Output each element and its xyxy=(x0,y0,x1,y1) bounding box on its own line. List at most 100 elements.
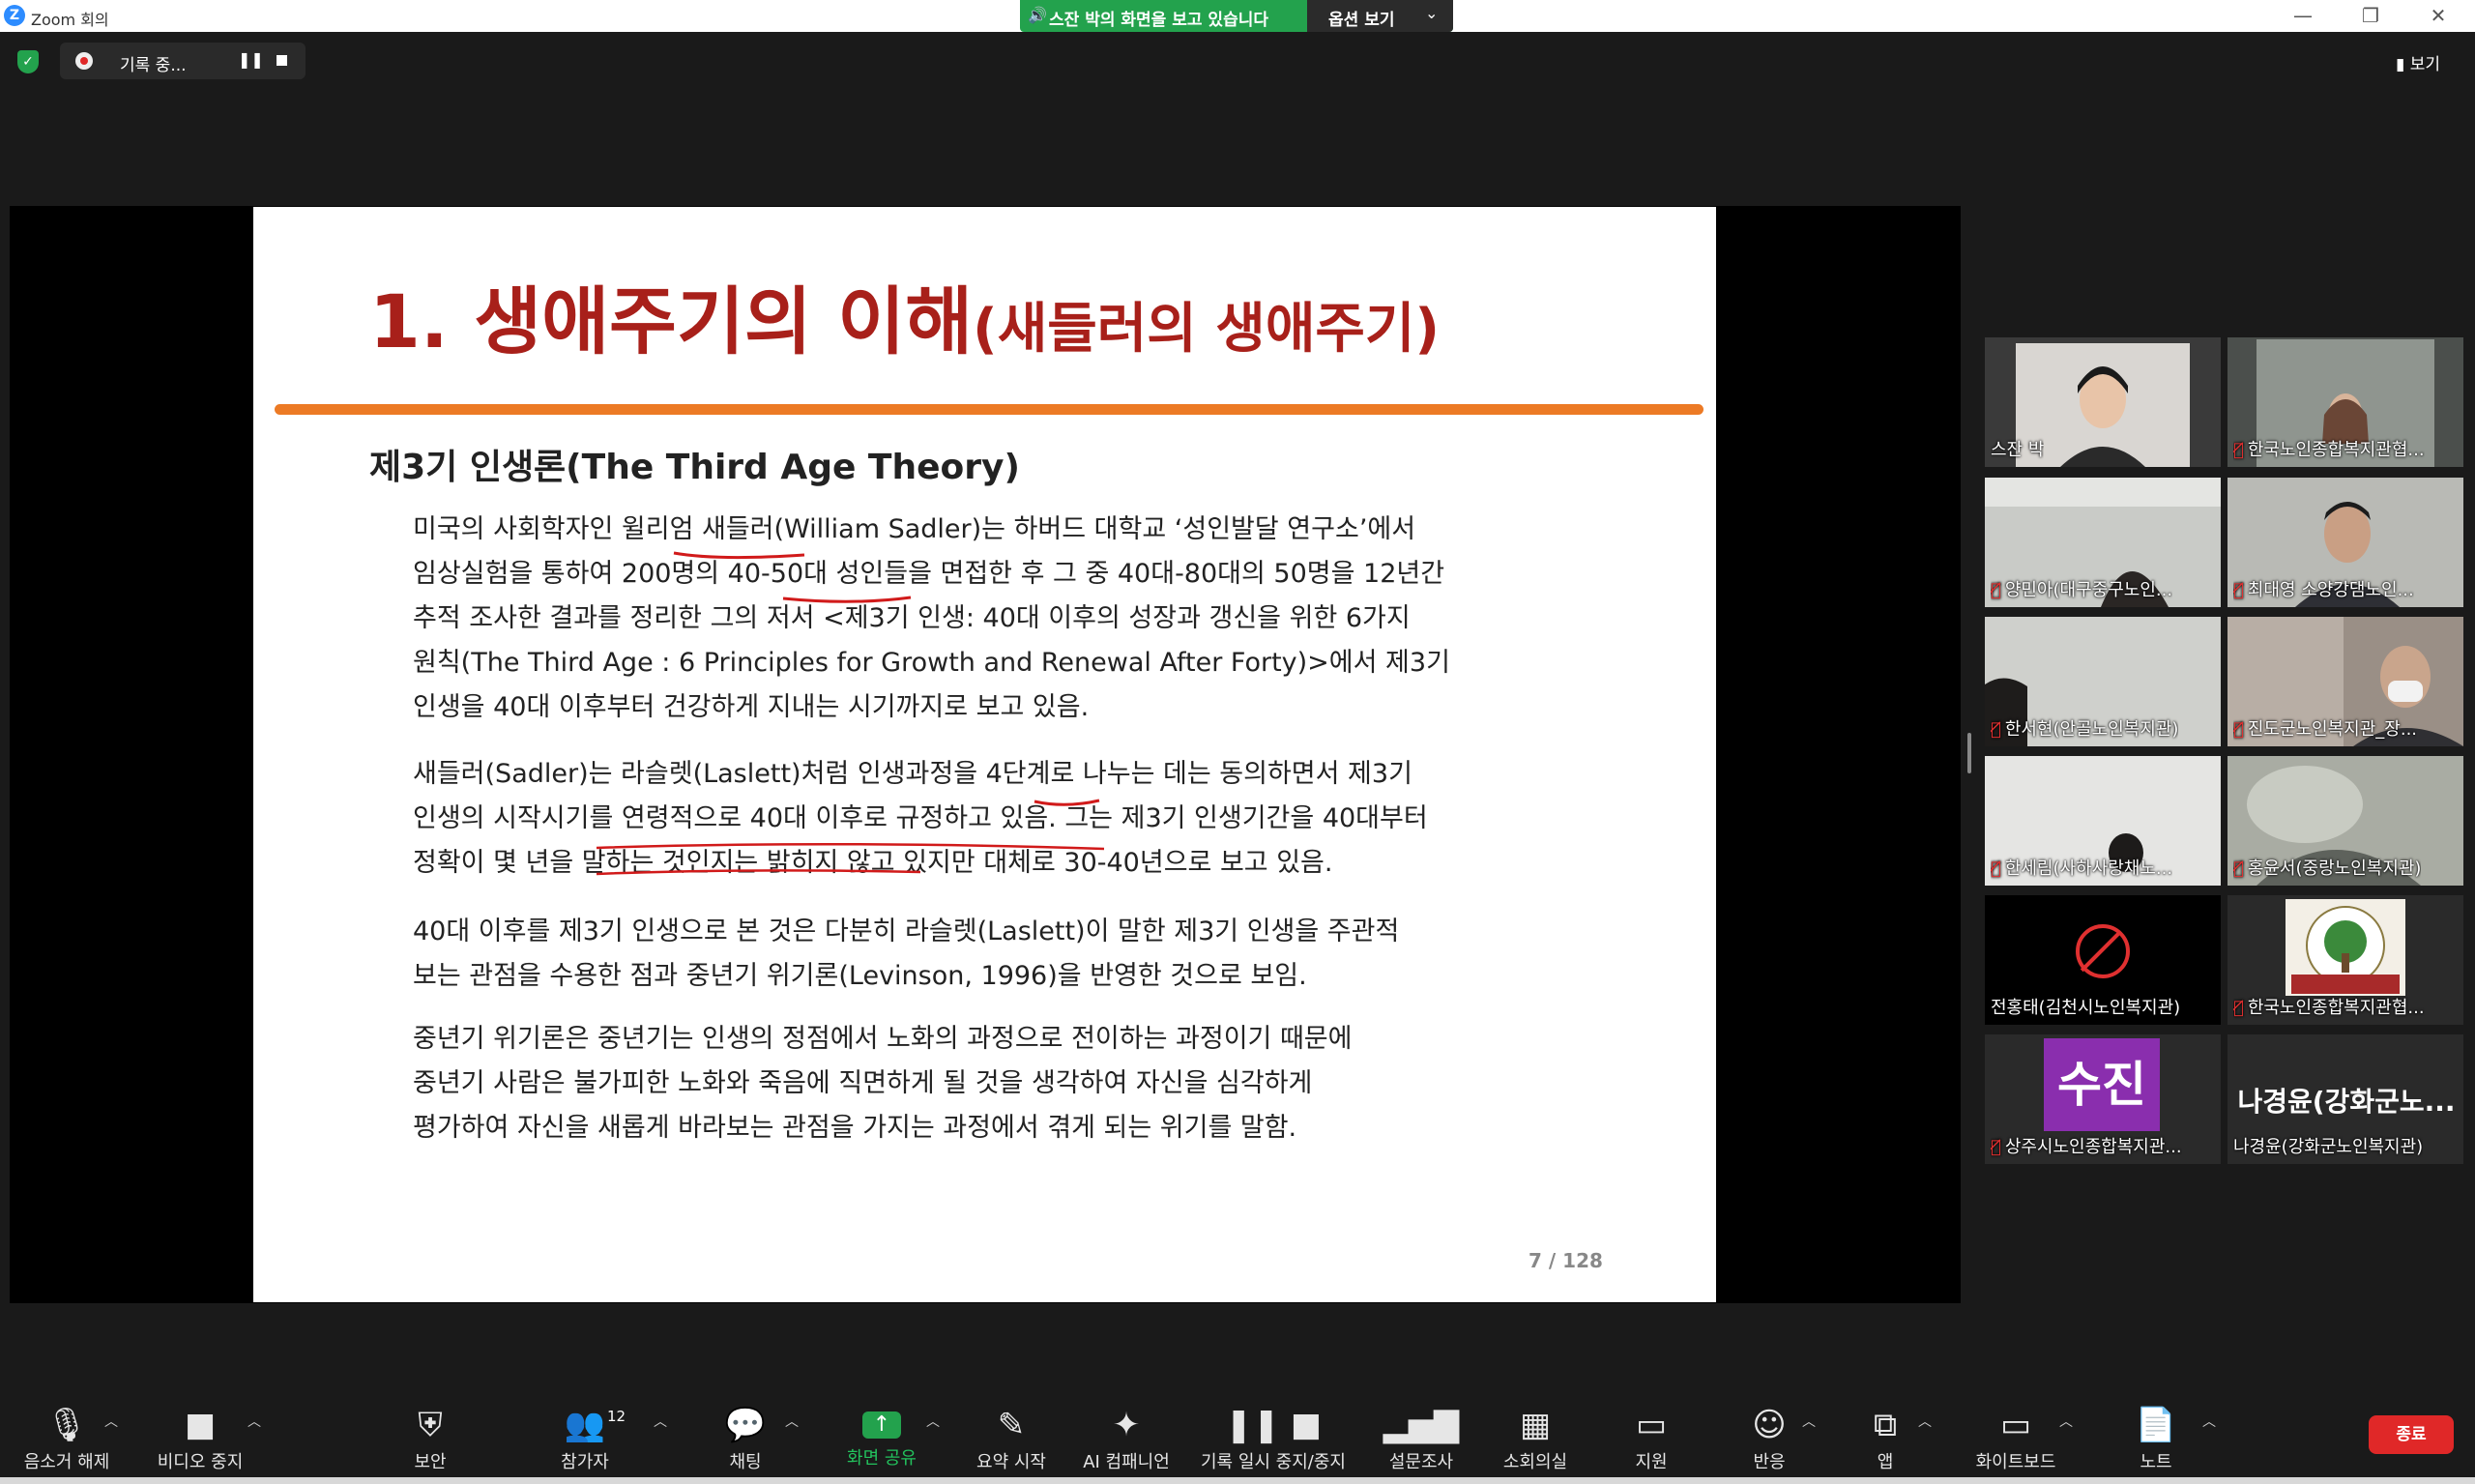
record-pause-stop-button[interactable]: ❚❚ ■ 기록 일시 중지/중지 xyxy=(1191,1406,1355,1473)
support-button[interactable]: ▭ 지원 xyxy=(1613,1406,1690,1473)
summary-icon: ✎ xyxy=(997,1406,1026,1444)
start-summary-label: 요약 시작 xyxy=(976,1452,1046,1472)
chat-options-caret[interactable]: ︿ xyxy=(785,1411,799,1431)
participant-name-text: 최대영 소양강댐노인... xyxy=(2247,580,2414,600)
video-options-caret[interactable]: ︿ xyxy=(248,1411,261,1431)
taskbar-strip xyxy=(0,1477,2475,1484)
participant-tile[interactable]: 전홍태(김천시노인복지관) xyxy=(1985,895,2221,1025)
grid-view-icon: ▮ xyxy=(2396,55,2405,74)
close-button[interactable]: ✕ xyxy=(2419,4,2458,27)
paragraph-line: 새들러(Sadler)는 라슬렛(Laslett)처럼 인생과정을 4단계로 나… xyxy=(413,759,1412,789)
apps-icon: ⧉ xyxy=(1873,1406,1898,1444)
security-shield-icon[interactable]: ✓ xyxy=(17,50,39,73)
participant-tile[interactable]: 나경윤(강화군노... 나경윤(강화군노인복지관) xyxy=(2228,1034,2463,1164)
share-screen-icon: ↑ xyxy=(862,1411,901,1439)
chat-button[interactable]: 💬 채팅 xyxy=(702,1406,789,1473)
apps-button[interactable]: ⧉ 앱 xyxy=(1847,1406,1924,1473)
microphone-muted-icon: 🎙̸ xyxy=(2233,580,2244,600)
presentation-slide: 1. 생애주기의 이해(새들러의 생애주기) 제3기 인생론(The Third… xyxy=(253,207,1716,1302)
chevron-down-icon: ⌄ xyxy=(1425,4,1439,22)
participant-name-text: 한서현(안골노인복지관) xyxy=(2004,719,2179,740)
reactions-options-caret[interactable]: ︿ xyxy=(1802,1411,1816,1431)
whiteboard-button[interactable]: ▭ 화이트보드 xyxy=(1963,1406,2069,1473)
end-meeting-button[interactable]: 종료 xyxy=(2369,1415,2454,1454)
participants-options-caret[interactable]: ︿ xyxy=(654,1411,667,1431)
slide-title-underline xyxy=(275,404,1703,415)
share-options-caret[interactable]: ︿ xyxy=(926,1411,940,1431)
pause-recording-button[interactable]: ❚❚ xyxy=(238,50,264,69)
participant-display-name: 나경윤(강화군노... xyxy=(2237,1086,2456,1118)
participant-tile[interactable]: 🎙̸ 한국노인종합복지관협... xyxy=(2228,895,2463,1025)
participant-tile[interactable]: 스잔 박 xyxy=(1985,337,2221,467)
paragraph-line: 중년기 사람은 불가피한 노화와 죽음에 직면하게 될 것을 생각하여 자신을 … xyxy=(413,1068,1313,1098)
panel-resize-handle[interactable] xyxy=(1967,733,1971,773)
notes-button[interactable]: 📄 노트 xyxy=(2117,1406,2195,1473)
reactions-button[interactable]: ☺ 반응 xyxy=(1731,1406,1808,1473)
view-button[interactable]: ▮ 보기 xyxy=(2396,50,2440,74)
participant-name: 나경윤(강화군노인복지관) xyxy=(2233,1137,2424,1157)
recording-indicator: 기록 중... ❚❚ xyxy=(60,43,306,79)
recording-label: 기록 중... xyxy=(120,56,187,75)
audio-options-caret[interactable]: ︿ xyxy=(104,1411,118,1431)
microphone-muted-icon: 🎙̸ xyxy=(2233,858,2244,879)
participant-tile[interactable]: 🎙̸ 한서현(안골노인복지관) xyxy=(1985,617,2221,746)
share-banner-text: 스잔 박의 화면을 보고 있습니다 xyxy=(1049,11,1268,30)
paragraph-line: 보는 관점을 수용한 점과 중년기 위기론(Levinson, 1996)을 반… xyxy=(413,961,1307,991)
participant-name-text: 홍윤서(중랑노인복지관) xyxy=(2247,858,2422,879)
unmute-label: 음소거 해제 xyxy=(23,1452,110,1472)
participant-tile[interactable]: 🎙̸ 최대영 소양강댐노인... xyxy=(2228,478,2463,607)
participant-name: 🎙̸ 한국노인종합복지관협... xyxy=(2233,436,2425,463)
zoom-logo-icon: Z xyxy=(4,5,25,26)
stop-recording-button[interactable] xyxy=(277,55,287,66)
participant-name-text: 한세림(사하사랑채노... xyxy=(2004,858,2173,879)
ai-companion-label: AI 컴패니언 xyxy=(1083,1452,1170,1472)
microphone-muted-icon: 🎙̸ xyxy=(2233,998,2244,1018)
participant-tile[interactable]: 🎙̸ 한세림(사하사랑채노... xyxy=(1985,756,2221,886)
slide-subheading: 제3기 인생론(The Third Age Theory) xyxy=(369,448,1020,487)
participant-name: 🎙̸ 상주시노인종합복지관... xyxy=(1991,1133,2182,1160)
ai-companion-button[interactable]: ✦ AI 컴패니언 xyxy=(1073,1406,1179,1473)
participant-name-text: 한국노인종합복지관협... xyxy=(2247,440,2425,460)
poll-chart-icon: ▂▅▇ xyxy=(1383,1406,1460,1444)
window-title: Zoom 회의 xyxy=(31,11,109,29)
participant-tile[interactable]: 🎙̸ 홍윤서(중랑노인복지관) xyxy=(2228,756,2463,886)
slide-paragraph-1: 미국의 사회학자인 윌리엄 새들러(William Sadler)는 하버드 대… xyxy=(413,508,1450,730)
participant-name: 스잔 박 xyxy=(1991,440,2045,460)
paragraph-line: 미국의 사회학자인 윌리엄 새들러(William Sadler)는 하버드 대… xyxy=(413,514,1416,544)
participant-tile[interactable]: 🎙̸ 한국노인종합복지관협... xyxy=(2228,337,2463,467)
speaker-icon: 🔊 xyxy=(1028,6,1047,24)
paragraph-line: 인생을 40대 이후부터 건강하게 지내는 시기까지로 보고 있음. xyxy=(413,692,1090,722)
security-button[interactable]: ⛨ 보안 xyxy=(387,1406,474,1473)
whiteboard-options-caret[interactable]: ︿ xyxy=(2059,1411,2073,1431)
participant-name-text: 진도군노인복지관_장... xyxy=(2247,719,2418,740)
apps-options-caret[interactable]: ︿ xyxy=(1918,1411,1932,1431)
reactions-label: 반응 xyxy=(1753,1452,1786,1472)
breakout-rooms-button[interactable]: ▦ 소회의실 xyxy=(1487,1406,1584,1473)
start-summary-button[interactable]: ✎ 요약 시작 xyxy=(963,1406,1060,1473)
poll-button[interactable]: ▂▅▇ 설문조사 xyxy=(1373,1406,1470,1473)
chat-icon: 💬 xyxy=(724,1406,767,1444)
maximize-button[interactable]: ❐ xyxy=(2351,4,2390,27)
support-label: 지원 xyxy=(1635,1452,1668,1472)
camera-off-icon xyxy=(2076,924,2130,978)
microphone-muted-icon: 🎙̸ xyxy=(2233,440,2244,460)
participant-tile[interactable]: 🎙̸ 양민아(대구중구노인... xyxy=(1985,478,2221,607)
notes-options-caret[interactable]: ︿ xyxy=(2202,1411,2216,1431)
stop-video-button[interactable]: ■ 비디오 중지 xyxy=(147,1406,253,1473)
participant-name: 🎙̸ 진도군노인복지관_장... xyxy=(2233,715,2417,742)
breakout-rooms-icon: ▦ xyxy=(1519,1406,1552,1444)
window-title-bar: Z Zoom 회의 🔊 스잔 박의 화면을 보고 있습니다 옵션 보기 ⌄ — … xyxy=(0,0,2475,32)
participant-avatar: 수진 xyxy=(2044,1038,2160,1131)
paragraph-line: 중년기 위기론은 중년기는 인생의 정점에서 노화의 과정으로 전이하는 과정이… xyxy=(413,1024,1353,1054)
paragraph-line: 인생의 시작시기를 연령적으로 40대 이후로 규정하고 있음. 그는 제3기 … xyxy=(413,803,1428,833)
participant-name: 🎙̸ 최대영 소양강댐노인... xyxy=(2233,576,2414,603)
view-options-button[interactable]: 옵션 보기 ⌄ xyxy=(1307,0,1453,32)
participant-tile[interactable]: 🎙̸ 진도군노인복지관_장... xyxy=(2228,617,2463,746)
paragraph-line: 추적 조사한 결과를 정리한 그의 저서 <제3기 인생: 40대 이후의 성장… xyxy=(413,603,1411,633)
share-screen-button[interactable]: ↑ 화면 공유 xyxy=(833,1406,930,1469)
participant-name: 🎙̸ 한국노인종합복지관협... xyxy=(2233,994,2425,1021)
participant-tile[interactable]: 수진 🎙̸ 상주시노인종합복지관... xyxy=(1985,1034,2221,1164)
minimize-button[interactable]: — xyxy=(2284,4,2322,27)
record-dot-icon xyxy=(75,52,93,70)
slide-title: 1. 생애주기의 이해(새들러의 생애주기) xyxy=(369,262,1440,368)
